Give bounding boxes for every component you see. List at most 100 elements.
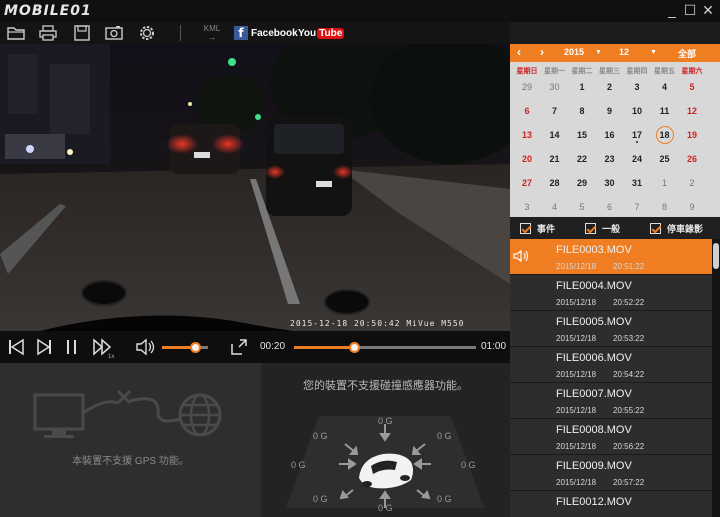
file-list-scrollbar[interactable] [712, 239, 720, 517]
calendar-day[interactable]: 31 [622, 172, 652, 194]
file-name: FILE0005.MOV [556, 316, 632, 328]
gsensor-front-value: 0 G [378, 416, 393, 426]
save-icon[interactable] [72, 24, 92, 42]
file-date: 2015/12/18 [556, 406, 597, 415]
calendar-day[interactable]: 6 [595, 196, 625, 218]
calendar-day[interactable]: 30 [540, 76, 570, 98]
weekday-header: 星期四 [626, 68, 648, 75]
calendar-day[interactable]: 4 [540, 196, 570, 218]
file-list-item[interactable]: FILE0007.MOV 2015/12/18 20:55:22 [510, 383, 712, 419]
calendar-day[interactable]: 12 [677, 100, 707, 122]
month-select[interactable]: 12 [619, 47, 629, 57]
calendar-day[interactable]: 23 [595, 148, 625, 170]
calendar-day[interactable]: 29 [512, 76, 542, 98]
close-button[interactable]: ✕ [700, 2, 716, 18]
calendar-header: ‹ › 2015 ▼ 12 ▼ 全部 [510, 44, 720, 62]
scrollbar-thumb[interactable] [713, 243, 719, 269]
calendar-day[interactable]: 30 [595, 172, 625, 194]
video-view[interactable]: 2015-12-18 20:50:42 MiVue M550 [0, 44, 510, 331]
play-icon[interactable] [36, 338, 52, 356]
facebook-label: Facebook [251, 27, 298, 39]
year-dropdown-icon[interactable]: ▼ [595, 49, 602, 56]
calendar-day[interactable]: 15 [567, 124, 597, 146]
calendar-day[interactable]: 18 [650, 124, 680, 146]
calendar-day[interactable]: 25 [650, 148, 680, 170]
kml-export-button[interactable]: KML → [203, 24, 221, 42]
calendar-day[interactable]: 22 [567, 148, 597, 170]
filter-parking-checkbox[interactable]: 停車錄影 [650, 222, 703, 235]
calendar-day[interactable]: 3 [622, 76, 652, 98]
youtube-upload-button[interactable]: You Tube [298, 26, 345, 40]
file-list-item[interactable]: FILE0008.MOV 2015/12/18 20:56:22 [510, 419, 712, 455]
calendar-day[interactable]: 1 [567, 76, 597, 98]
show-all-button[interactable]: 全部 [678, 47, 696, 60]
fullscreen-icon[interactable] [230, 338, 248, 356]
facebook-share-button[interactable]: f Facebook [234, 25, 298, 41]
file-list-item[interactable]: FILE0005.MOV 2015/12/18 20:53:22 [510, 311, 712, 347]
print-icon[interactable] [38, 24, 58, 42]
seek-bar-knob[interactable] [349, 342, 361, 353]
calendar-day[interactable]: 7 [540, 100, 570, 122]
calendar-day[interactable]: 19 [677, 124, 707, 146]
speaker-icon [513, 249, 529, 263]
file-list-item[interactable]: FILE0012.MOV [510, 491, 712, 517]
calendar-day[interactable]: 3 [512, 196, 542, 218]
maximize-button[interactable]: ☐ [682, 2, 698, 18]
calendar-day[interactable]: 6 [512, 100, 542, 122]
calendar-day[interactable]: 13 [512, 124, 542, 146]
gps-map-panel: 本裝置不支援 GPS 功能。 [0, 363, 261, 517]
calendar-day[interactable]: 9 [595, 100, 625, 122]
calendar-day[interactable]: 27 [512, 172, 542, 194]
file-list-item[interactable]: FILE0006.MOV 2015/12/18 20:54:22 [510, 347, 712, 383]
settings-icon[interactable] [137, 24, 157, 42]
checkbox-checked-icon [650, 223, 661, 234]
gsensor-front-left-value: 0 G [313, 431, 328, 441]
next-month-button[interactable]: › [540, 45, 544, 59]
calendar-day[interactable]: 5 [677, 76, 707, 98]
filter-event-checkbox[interactable]: 事件 [520, 222, 555, 235]
minimize-button[interactable]: _ [664, 2, 680, 18]
calendar-day[interactable]: 28 [540, 172, 570, 194]
facebook-icon: f [234, 26, 248, 40]
calendar-day[interactable]: 14 [540, 124, 570, 146]
volume-slider-knob[interactable] [190, 342, 202, 353]
month-dropdown-icon[interactable]: ▼ [650, 49, 657, 56]
file-list-item[interactable]: FILE0004.MOV 2015/12/18 20:52:22 [510, 275, 712, 311]
calendar-day[interactable]: 11 [650, 100, 680, 122]
file-list-item[interactable]: FILE0003.MOV 2015/12/18 20:51:22 [510, 239, 712, 275]
calendar-day-number: 5 [579, 202, 585, 212]
weekday-header: 星期一 [544, 68, 565, 75]
calendar-day[interactable]: 8 [650, 196, 680, 218]
year-select[interactable]: 2015 [564, 47, 584, 57]
calendar-day[interactable]: 21 [540, 148, 570, 170]
folder-icon[interactable] [6, 24, 26, 42]
calendar-day[interactable]: 7 [622, 196, 652, 218]
calendar-day[interactable]: 2 [677, 172, 707, 194]
calendar-day[interactable]: 2 [595, 76, 625, 98]
calendar-day[interactable]: 9 [677, 196, 707, 218]
weekday-header: 星期六 [681, 68, 703, 75]
calendar-day[interactable]: 4 [650, 76, 680, 98]
snapshot-icon[interactable] [104, 24, 124, 42]
video-frame [0, 44, 510, 331]
calendar-day[interactable]: 17 [622, 124, 652, 146]
calendar-day[interactable]: 26 [677, 148, 707, 170]
calendar-day[interactable]: 5 [567, 196, 597, 218]
calendar-day[interactable]: 29 [567, 172, 597, 194]
calendar-day-number: 1 [579, 82, 585, 92]
file-list-item[interactable]: FILE0009.MOV 2015/12/18 20:57:22 [510, 455, 712, 491]
volume-icon[interactable] [135, 338, 155, 356]
calendar-day[interactable]: 1 [650, 172, 680, 194]
calendar-day[interactable]: 24 [622, 148, 652, 170]
gsensor-right-value: 0 G [461, 460, 476, 470]
prev-month-button[interactable]: ‹ [517, 45, 521, 59]
youtube-label: You [298, 27, 317, 39]
filter-normal-checkbox[interactable]: 一般 [585, 222, 620, 235]
calendar-day[interactable]: 16 [595, 124, 625, 146]
calendar-day[interactable]: 10 [622, 100, 652, 122]
calendar-day-number: 4 [661, 82, 667, 92]
calendar-day[interactable]: 20 [512, 148, 542, 170]
calendar-day[interactable]: 8 [567, 100, 597, 122]
pause-icon[interactable] [66, 338, 78, 356]
skip-previous-icon[interactable] [8, 338, 24, 356]
